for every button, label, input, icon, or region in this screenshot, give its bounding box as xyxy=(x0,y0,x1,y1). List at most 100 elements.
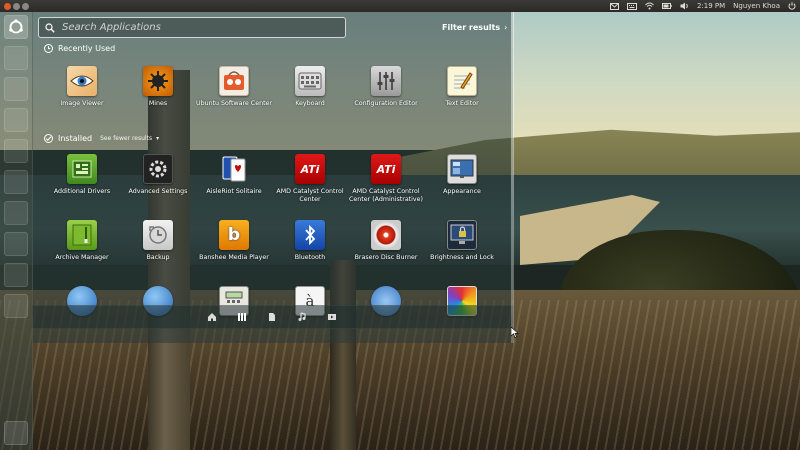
keyboard-icon xyxy=(295,66,325,96)
app-brightness-and-lock[interactable]: Brightness and Lock xyxy=(424,220,500,262)
files-lens-icon[interactable] xyxy=(265,310,279,324)
bluetooth-icon xyxy=(295,220,325,250)
software-center-icon xyxy=(219,66,249,96)
maximize-window-button[interactable] xyxy=(22,2,29,10)
see-fewer-results-toggle[interactable]: See fewer results ▾ xyxy=(100,135,159,142)
filter-results-button[interactable]: Filter results › xyxy=(442,23,507,32)
mouse-pointer-icon xyxy=(511,327,519,338)
checkmark-icon xyxy=(44,134,53,143)
app-brasero-disc-burner[interactable]: Brasero Disc Burner xyxy=(348,220,424,262)
minimize-window-button[interactable] xyxy=(13,2,20,10)
chevron-down-icon: ▾ xyxy=(156,135,160,142)
app-text-editor[interactable]: Text Editor xyxy=(424,66,500,108)
solitaire-icon xyxy=(219,154,249,184)
dash-border xyxy=(511,12,514,343)
banshee-icon: b xyxy=(219,220,249,250)
app-label: Image Viewer xyxy=(60,100,104,107)
app-backup[interactable]: Backup xyxy=(120,220,196,262)
additional-drivers-icon xyxy=(67,154,97,184)
section-title: Installed xyxy=(58,134,93,143)
app-icon[interactable] xyxy=(4,263,28,287)
image-viewer-icon xyxy=(67,66,97,96)
applications-lens-icon[interactable] xyxy=(235,310,249,324)
search-input[interactable] xyxy=(60,21,345,34)
battery-icon[interactable] xyxy=(661,3,672,9)
clock-icon xyxy=(44,44,53,53)
installed-header[interactable]: Installed See fewer results ▾ xyxy=(44,134,159,143)
app-icon[interactable] xyxy=(4,232,28,256)
ati-icon: ATi xyxy=(295,154,325,184)
section-title: Recently Used xyxy=(58,44,116,53)
app-icon[interactable] xyxy=(4,294,28,318)
app-archive-manager[interactable]: Archive Manager xyxy=(44,220,120,262)
app-image-viewer[interactable]: Image Viewer xyxy=(44,66,120,108)
mines-icon xyxy=(143,66,173,96)
advanced-settings-icon xyxy=(143,154,173,184)
archive-manager-icon xyxy=(67,220,97,250)
app-icon[interactable] xyxy=(4,170,28,194)
app-amd-catalyst-control-center[interactable]: ATi AMD Catalyst Control Center xyxy=(272,154,348,204)
search-icon xyxy=(45,22,55,33)
recently-used-header[interactable]: Recently Used xyxy=(44,44,115,53)
app-ubuntu-software-center[interactable]: Ubuntu Software Center xyxy=(196,66,272,108)
app-amd-catalyst-control-center-admin[interactable]: ATi AMD Catalyst Control Center (Adminis… xyxy=(348,154,424,204)
app-label: Text Editor xyxy=(445,100,479,107)
app-label: Additional Drivers xyxy=(53,188,111,195)
app-label: Brightness and Lock xyxy=(430,254,494,261)
text-editor-icon xyxy=(447,66,477,96)
chevron-right-icon: › xyxy=(504,23,508,32)
ubuntu-home-icon[interactable] xyxy=(4,15,28,39)
appearance-icon xyxy=(447,154,477,184)
window-controls xyxy=(2,2,29,10)
app-label: Brasero Disc Burner xyxy=(354,254,418,261)
brightness-lock-icon xyxy=(447,220,477,250)
app-icon[interactable] xyxy=(4,46,28,70)
launcher xyxy=(0,12,33,450)
backup-icon xyxy=(143,220,173,250)
app-label: Configuration Editor xyxy=(354,100,418,107)
mail-icon[interactable] xyxy=(609,2,619,10)
app-keyboard[interactable]: Keyboard xyxy=(272,66,348,108)
search-field[interactable] xyxy=(38,17,346,38)
music-lens-icon[interactable] xyxy=(295,310,309,324)
app-advanced-settings[interactable]: Advanced Settings xyxy=(120,154,196,196)
app-label: Archive Manager xyxy=(55,254,109,261)
filter-results-label: Filter results xyxy=(442,23,501,32)
app-label: Backup xyxy=(146,254,170,261)
app-appearance[interactable]: Appearance xyxy=(424,154,500,196)
close-window-button[interactable] xyxy=(4,2,11,10)
app-icon[interactable] xyxy=(4,108,28,132)
video-lens-icon[interactable] xyxy=(325,310,339,324)
app-additional-drivers[interactable]: Additional Drivers xyxy=(44,154,120,196)
app-label: Keyboard xyxy=(295,100,325,107)
home-lens-icon[interactable] xyxy=(205,310,219,324)
app-icon[interactable] xyxy=(4,139,28,163)
dash: Filter results› Recently Used Image View… xyxy=(32,12,513,343)
keyboard-icon[interactable] xyxy=(626,2,637,10)
ati-admin-icon: ATi xyxy=(371,154,401,184)
app-icon[interactable] xyxy=(4,201,28,225)
app-label: Bluetooth xyxy=(294,254,326,261)
volume-icon[interactable] xyxy=(680,2,689,10)
app-banshee-media-player[interactable]: b Banshee Media Player xyxy=(196,220,272,262)
app-label: AMD Catalyst Control Center (Administrat… xyxy=(349,188,423,203)
brasero-icon xyxy=(371,220,401,250)
user-name-label[interactable]: Nguyen Khoa xyxy=(733,2,780,10)
network-icon[interactable] xyxy=(645,2,654,10)
power-icon[interactable] xyxy=(788,2,796,10)
top-panel: 2:19 PM Nguyen Khoa xyxy=(0,0,800,12)
configuration-editor-icon xyxy=(371,66,401,96)
app-label: Appearance xyxy=(443,188,481,195)
app-aisleriot-solitaire[interactable]: AisleRiot Solitaire xyxy=(196,154,272,196)
toggle-label: See fewer results xyxy=(100,135,153,142)
app-label: AisleRiot Solitaire xyxy=(206,188,262,195)
app-configuration-editor[interactable]: Configuration Editor xyxy=(348,66,424,108)
app-mines[interactable]: Mines xyxy=(120,66,196,108)
trash-icon[interactable] xyxy=(4,421,28,445)
clock-label[interactable]: 2:19 PM xyxy=(697,2,725,10)
lens-bar xyxy=(32,305,513,329)
app-icon[interactable] xyxy=(4,77,28,101)
app-bluetooth[interactable]: Bluetooth xyxy=(272,220,348,262)
app-label: AMD Catalyst Control Center xyxy=(276,188,344,203)
app-label: Advanced Settings xyxy=(128,188,188,195)
